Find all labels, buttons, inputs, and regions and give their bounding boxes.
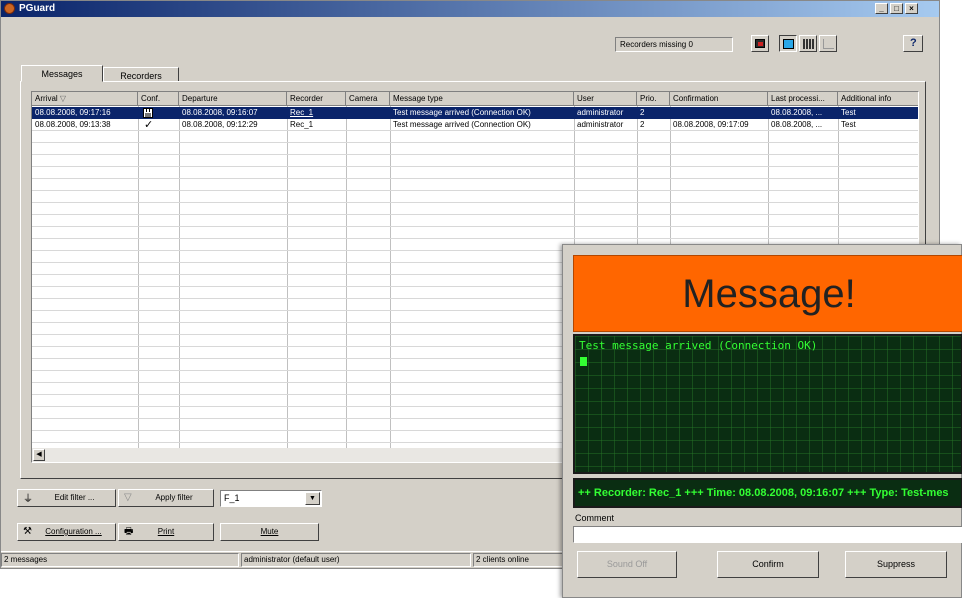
title-bar[interactable]: PGuard _ □ × <box>1 1 939 17</box>
scroll-left-icon[interactable]: ◀ <box>33 449 45 461</box>
cell-prio: 2 <box>640 108 645 117</box>
table-header: Arrival ▽ Conf. Departure Recorder Camer… <box>32 92 918 106</box>
cell-user: administrator <box>577 120 624 129</box>
funnel-edit-icon: ⏚ <box>23 494 33 505</box>
cell-additional-info: Test <box>841 108 856 117</box>
column-divider <box>390 106 391 448</box>
table-row[interactable]: 08.08.2008, 09:13:38 ✓ 08.08.2008, 09:12… <box>32 119 918 131</box>
column-divider <box>346 106 347 448</box>
column-divider <box>179 106 180 448</box>
app-icon <box>4 3 15 14</box>
single-view-icon[interactable] <box>779 35 797 52</box>
cell-arrival: 08.08.2008, 09:13:38 <box>35 120 111 129</box>
cell-message-type: Test message arrived (Connection OK) <box>393 120 531 129</box>
row-divider <box>32 166 918 167</box>
cell-last-processing: 08.08.2008, ... <box>771 108 823 117</box>
configuration-button[interactable]: ⚒ Configuration ... <box>17 523 116 541</box>
row-divider <box>32 214 918 215</box>
cell-departure: 08.08.2008, 09:16:07 <box>182 108 258 117</box>
row-divider <box>32 238 918 239</box>
alert-banner-text: Message! <box>682 272 856 316</box>
column-last-processing[interactable]: Last processi... <box>768 92 838 106</box>
column-conf[interactable]: Conf. <box>138 92 179 106</box>
table-row[interactable]: 08.08.2008, 09:17:16 08.08.2008, 09:16:0… <box>32 107 918 119</box>
column-divider <box>287 106 288 448</box>
tools-icon: ⚒ <box>23 526 32 537</box>
message-ticker: ++ Recorder: Rec_1 +++ Time: 08.08.2008,… <box>573 478 962 508</box>
cell-additional-info: Test <box>841 120 856 129</box>
grid-view-icon[interactable] <box>799 35 817 52</box>
tab-recorders[interactable]: Recorders <box>103 67 179 82</box>
cell-confirmation <box>670 107 768 119</box>
row-divider <box>32 178 918 179</box>
chevron-down-icon[interactable]: ▼ <box>305 492 320 505</box>
message-display: Test message arrived (Connection OK) <box>573 334 962 474</box>
toolbar: Recorders missing 0 ? <box>1 17 939 59</box>
cell-recorder: Rec_1 <box>290 108 314 117</box>
chart-view-icon[interactable] <box>819 35 837 52</box>
cell-arrival: 08.08.2008, 09:17:16 <box>35 108 111 117</box>
lock-icon <box>143 108 153 118</box>
edit-filter-button[interactable]: ⏚ Edit filter ... <box>17 489 116 507</box>
row-divider <box>32 226 918 227</box>
row-divider <box>32 154 918 155</box>
print-button[interactable]: 🖶 Print <box>118 523 214 541</box>
column-arrival[interactable]: Arrival ▽ <box>32 92 138 106</box>
cell-message-type: Test message arrived (Connection OK) <box>393 108 531 117</box>
cell-last-processing: 08.08.2008, ... <box>771 120 823 129</box>
alert-banner: Message! <box>573 255 962 332</box>
monitor-icon[interactable] <box>751 35 769 52</box>
row-divider <box>32 190 918 191</box>
cell-departure: 08.08.2008, 09:12:29 <box>182 120 258 129</box>
cell-camera <box>346 119 390 131</box>
column-prio[interactable]: Prio. <box>637 92 670 106</box>
suppress-button[interactable]: Suppress <box>845 551 947 578</box>
comment-label: Comment <box>575 513 615 523</box>
message-alert-window: Message! Test message arrived (Connectio… <box>562 244 962 598</box>
column-message-type[interactable]: Message type <box>390 92 574 106</box>
column-divider <box>138 106 139 448</box>
row-divider <box>32 142 918 143</box>
close-icon[interactable]: × <box>905 3 918 14</box>
cursor <box>580 357 587 366</box>
recorders-missing-field: Recorders missing 0 <box>615 37 733 52</box>
funnel-icon: ▽ <box>124 492 132 503</box>
column-confirmation[interactable]: Confirmation <box>670 92 768 106</box>
window-title: PGuard <box>19 3 56 14</box>
cell-confirmation: 08.08.2008, 09:17:09 <box>673 120 749 129</box>
cell-camera <box>346 107 390 119</box>
printer-icon: 🖶 <box>124 526 134 537</box>
status-messages: 2 messages <box>1 553 239 567</box>
column-recorder[interactable]: Recorder <box>287 92 346 106</box>
message-text: Test message arrived (Connection OK) <box>579 339 818 352</box>
ticker-text: ++ Recorder: Rec_1 +++ Time: 08.08.2008,… <box>578 487 949 499</box>
status-clients: 2 clients online <box>473 553 563 567</box>
column-camera[interactable]: Camera <box>346 92 390 106</box>
row-divider <box>32 202 918 203</box>
checkmark-icon: ✓ <box>144 119 154 131</box>
cell-user: administrator <box>577 108 624 117</box>
help-button[interactable]: ? <box>903 35 923 52</box>
column-departure[interactable]: Departure <box>179 92 287 106</box>
status-user: administrator (default user) <box>241 553 471 567</box>
column-additional-info[interactable]: Additional info <box>838 92 918 106</box>
cell-recorder: Rec_1 <box>290 120 314 129</box>
confirm-button[interactable]: Confirm <box>717 551 819 578</box>
minimize-icon[interactable]: _ <box>875 3 888 14</box>
sort-descending-icon: ▽ <box>59 94 67 103</box>
restore-icon[interactable]: □ <box>890 3 903 14</box>
cell-conf <box>138 107 179 119</box>
tab-messages[interactable]: Messages <box>21 65 103 82</box>
cell-prio: 2 <box>640 120 645 129</box>
mute-button[interactable]: Mute <box>220 523 319 541</box>
apply-filter-button[interactable]: ▽ Apply filter <box>118 489 214 507</box>
comment-input[interactable] <box>573 526 962 543</box>
sound-off-button[interactable]: Sound Off <box>577 551 677 578</box>
column-user[interactable]: User <box>574 92 637 106</box>
